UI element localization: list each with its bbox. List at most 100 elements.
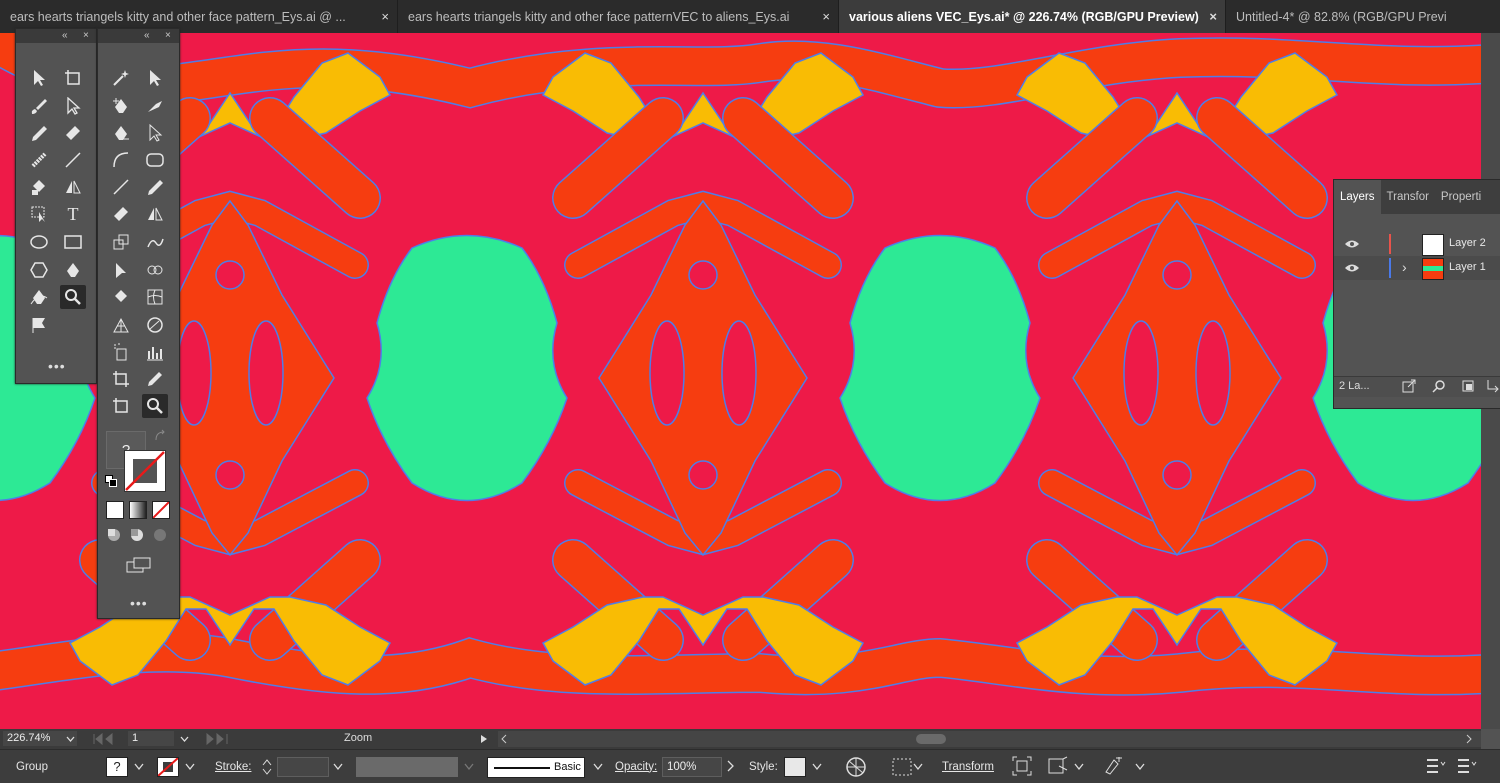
clipping-mask-icon[interactable] [1461, 379, 1475, 393]
artboard-number-field[interactable]: 1 [128, 731, 174, 746]
line-tool-icon[interactable] [108, 175, 134, 199]
envelope-distort-icon[interactable] [1047, 756, 1069, 776]
stroke-color-swatch[interactable] [157, 757, 179, 777]
stroke-swatch-none[interactable] [124, 450, 166, 492]
transform-button[interactable]: Transform [942, 750, 994, 783]
close-icon[interactable]: × [822, 9, 830, 24]
fill-color-swatch[interactable]: ? [106, 757, 128, 777]
artboard-canvas[interactable] [0, 33, 1481, 729]
collapse-icon[interactable]: « [144, 29, 150, 43]
chevron-down-icon[interactable] [185, 763, 195, 770]
close-icon[interactable]: × [165, 29, 171, 43]
search-icon[interactable] [1432, 379, 1446, 393]
add-anchor-point-tool-icon[interactable] [108, 94, 134, 118]
live-paint-bucket-tool-icon[interactable] [108, 285, 134, 309]
layer-name[interactable]: Layer 2 [1449, 237, 1486, 249]
artboard-tool-icon[interactable] [60, 66, 86, 90]
align-grid-icon[interactable] [892, 758, 912, 776]
symbol-sprayer-tool-icon[interactable] [108, 340, 134, 364]
layer-row-2[interactable]: Layer 2 [1334, 232, 1500, 256]
perspective-grid-tool-icon[interactable] [108, 313, 134, 337]
magic-wand-tool-icon[interactable] [108, 66, 134, 90]
chevron-down-icon[interactable] [913, 763, 923, 770]
scroll-right-icon[interactable] [1465, 734, 1473, 744]
eye-icon[interactable] [1344, 238, 1360, 250]
polygon-tool-icon[interactable] [26, 258, 52, 282]
puppet-warp-tool-icon[interactable] [108, 258, 134, 282]
rectangle-tool-icon[interactable] [60, 230, 86, 254]
scroll-left-icon[interactable] [500, 734, 508, 744]
column-graph-tool-icon[interactable] [142, 340, 168, 364]
chevron-down-icon[interactable] [1135, 763, 1145, 770]
opacity-input[interactable]: 100% [662, 757, 722, 777]
type-tool-icon[interactable]: T [60, 202, 86, 226]
none-mode-icon[interactable] [152, 501, 170, 519]
chevron-down-icon[interactable] [134, 763, 144, 770]
screen-mode-icon[interactable] [124, 555, 154, 575]
line-segment-tool-icon[interactable] [60, 148, 86, 172]
pen-tool-icon[interactable] [60, 258, 86, 282]
recolor-artwork-icon[interactable] [845, 756, 867, 778]
more-tools-icon[interactable]: ••• [48, 358, 66, 374]
chevron-down-icon[interactable] [66, 736, 75, 742]
zoom-tool-icon[interactable] [142, 394, 168, 418]
close-icon[interactable]: × [381, 9, 389, 24]
scroll-thumb[interactable] [916, 734, 946, 744]
warp-tool-icon[interactable] [142, 230, 168, 254]
selection-tool-icon[interactable] [26, 66, 52, 90]
live-paint-bucket-tool-icon[interactable] [26, 175, 52, 199]
reflect-tool-icon[interactable] [60, 175, 86, 199]
ellipse-tool-icon[interactable] [26, 230, 52, 254]
arrange-documents-icon[interactable] [1457, 757, 1477, 775]
select-similar-icon[interactable] [1102, 756, 1124, 776]
blob-brush-tool-icon[interactable] [26, 148, 52, 172]
horizontal-scrollbar[interactable] [498, 731, 1481, 747]
pencil-tool-icon[interactable] [142, 175, 168, 199]
chevron-down-icon[interactable] [593, 763, 603, 770]
more-tools-icon[interactable]: ••• [130, 595, 148, 611]
selection-tool-icon[interactable] [142, 66, 168, 90]
close-icon[interactable]: × [1209, 9, 1217, 24]
chevron-right-icon[interactable] [727, 760, 734, 772]
artboard-tool-icon[interactable] [108, 394, 134, 418]
mesh-tool-icon[interactable] [142, 285, 168, 309]
shape-builder-tool-icon[interactable] [142, 258, 168, 282]
zoom-tool-icon[interactable] [60, 285, 86, 309]
default-fill-stroke-icon[interactable] [105, 475, 117, 487]
eraser-tool-icon[interactable] [108, 202, 134, 226]
draw-normal-icon[interactable] [104, 525, 124, 545]
scale-tool-icon[interactable] [108, 230, 134, 254]
paintbrush-tool-icon[interactable] [26, 94, 52, 118]
tab-properties[interactable]: Properti [1435, 180, 1487, 214]
tab-transform[interactable]: Transfor [1381, 180, 1435, 214]
chevron-down-icon[interactable] [812, 763, 822, 770]
rounded-rectangle-tool-icon[interactable] [142, 148, 168, 172]
eraser-tool-icon[interactable] [60, 121, 86, 145]
flag-tool-icon[interactable] [26, 313, 52, 337]
first-previous-artboard-icon[interactable] [92, 733, 122, 745]
curvature-pen-tool-icon[interactable] [26, 285, 52, 309]
stroke-weight-input[interactable] [277, 757, 329, 777]
group-selection-tool-icon[interactable] [142, 121, 168, 145]
graphic-style-swatch[interactable] [784, 757, 806, 777]
close-icon[interactable]: × [83, 29, 89, 43]
opacity-label[interactable]: Opacity: [615, 750, 657, 783]
export-icon[interactable] [1402, 379, 1416, 393]
panel-header[interactable]: « × [98, 29, 179, 43]
collapse-icon[interactable]: « [62, 29, 68, 43]
direct-selection-tool-icon[interactable] [60, 94, 86, 118]
pencil-tool-icon[interactable] [26, 121, 52, 145]
delete-anchor-point-tool-icon[interactable] [108, 121, 134, 145]
swap-fill-stroke-icon[interactable] [148, 427, 172, 445]
draw-inside-icon[interactable] [150, 525, 170, 545]
eye-icon[interactable] [1344, 262, 1360, 274]
layer-row-1[interactable]: › Layer 1 [1334, 256, 1500, 280]
perspective-selection-tool-icon[interactable] [26, 202, 52, 226]
isolate-group-icon[interactable] [1012, 756, 1032, 776]
layer-name[interactable]: Layer 1 [1449, 261, 1486, 273]
gradient-mode-icon[interactable] [129, 501, 147, 519]
anchor-point-tool-icon[interactable] [142, 94, 168, 118]
draw-behind-icon[interactable] [127, 525, 147, 545]
chevron-right-icon[interactable]: › [1402, 259, 1407, 275]
chevron-down-icon[interactable] [180, 736, 189, 742]
